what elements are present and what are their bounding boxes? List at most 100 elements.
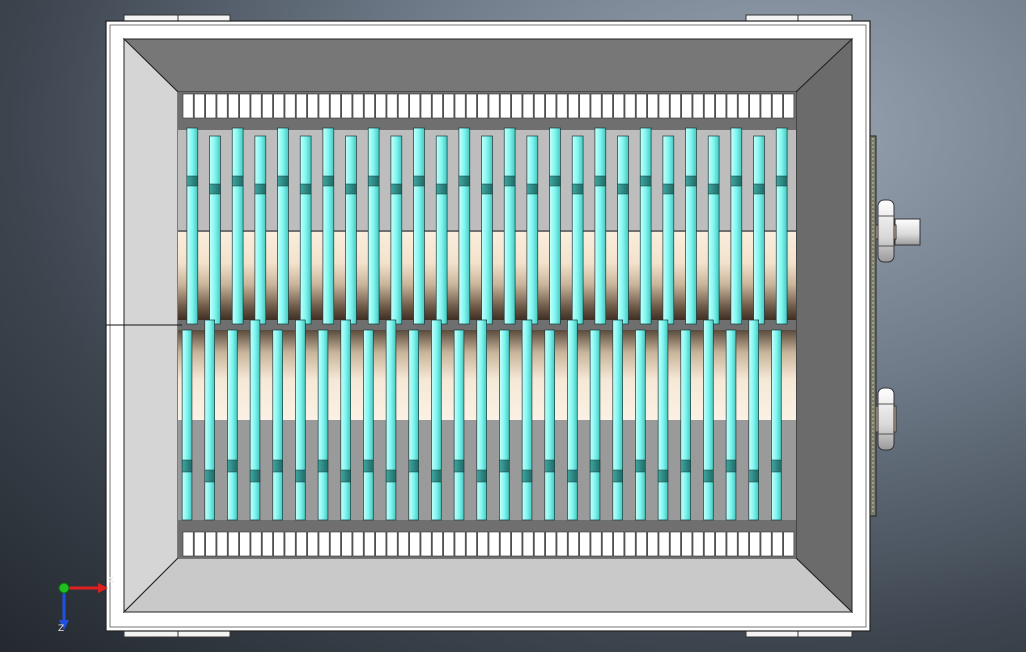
comb-tooth — [477, 531, 489, 557]
cutter-blade-upper — [685, 127, 697, 325]
cutter-blade-upper — [458, 127, 471, 325]
comb-tooth — [420, 531, 432, 557]
comb-tooth — [715, 93, 727, 119]
comb-tooth — [545, 93, 557, 119]
orientation-triad[interactable]: X Z — [50, 574, 120, 636]
blade-hook — [299, 183, 312, 195]
comb-tooth — [488, 93, 500, 119]
blade-hook — [231, 175, 244, 187]
cutter-blade-upper — [254, 135, 267, 325]
blade-hook — [526, 183, 539, 195]
comb-tooth — [262, 93, 273, 119]
comb-tooth — [772, 531, 783, 557]
comb-tooth — [568, 93, 579, 119]
blade-hook — [413, 175, 425, 187]
cutter-blade-lower — [385, 319, 397, 521]
comb-tooth — [250, 93, 262, 119]
comb-tooth — [432, 93, 443, 119]
cutter-blade-upper — [413, 127, 425, 325]
comb-tooth — [681, 93, 693, 119]
comb-tooth — [330, 531, 341, 557]
cutter-blade-upper — [503, 127, 516, 325]
comb-tooth — [511, 531, 523, 557]
blade-hook — [317, 459, 329, 473]
comb-tooth — [273, 93, 285, 119]
blade-hook — [254, 183, 267, 195]
comb-tooth — [726, 93, 738, 119]
z-axis-label: Z — [58, 624, 65, 634]
comb-tooth — [182, 531, 194, 557]
comb-tooth — [341, 93, 353, 119]
comb-tooth — [556, 93, 568, 119]
comb-tooth — [318, 531, 330, 557]
cutter-blade-upper — [662, 135, 675, 325]
comb-tooth — [330, 93, 341, 119]
comb-tooth — [681, 531, 693, 557]
comb-tooth — [194, 531, 205, 557]
cutter-blade-upper — [231, 127, 244, 325]
comb-tooth — [420, 93, 432, 119]
blade-hook — [186, 175, 199, 187]
comb-tooth — [239, 531, 251, 557]
cutter-blade-lower — [363, 329, 374, 521]
comb-tooth — [624, 93, 636, 119]
blade-hook — [204, 469, 215, 483]
blade-hook — [340, 469, 351, 483]
cutter-blade-upper — [299, 135, 312, 325]
comb-tooth — [216, 93, 228, 119]
comb-tooth — [760, 93, 772, 119]
cutter-blade-lower — [476, 319, 487, 521]
comb-tooth — [296, 93, 307, 119]
comb-tooth — [613, 93, 625, 119]
cutter-blade-upper — [639, 127, 652, 325]
cutter-blade-upper — [571, 135, 584, 325]
blade-hook — [567, 469, 578, 483]
comb-tooth — [341, 531, 353, 557]
comb-tooth — [284, 531, 296, 557]
comb-tooth — [307, 531, 319, 557]
cutter-blade-lower — [272, 329, 283, 521]
cutter-blade-lower — [544, 329, 555, 521]
bearing-plate — [869, 135, 877, 517]
comb-tooth — [602, 93, 613, 119]
comb-tooth — [704, 531, 715, 557]
blade-hook — [499, 459, 510, 473]
cutter-blade-upper — [753, 135, 765, 325]
cutter-blade-upper — [390, 135, 403, 325]
comb-tooth — [443, 93, 455, 119]
comb-tooth — [318, 93, 330, 119]
comb-tooth — [273, 531, 285, 557]
comb-tooth — [670, 531, 681, 557]
drive-shaft-end[interactable] — [875, 199, 921, 263]
comb-tooth — [556, 531, 568, 557]
x-axis-label: X — [108, 576, 115, 586]
cutter-blade-lower — [521, 319, 533, 521]
blade-hook — [544, 459, 555, 473]
comb-tooth — [364, 531, 375, 557]
comb-tooth — [511, 93, 523, 119]
shredder-model[interactable] — [0, 0, 1026, 652]
blade-hook — [249, 469, 261, 483]
blade-hook — [617, 183, 629, 195]
blade-hook — [521, 469, 533, 483]
comb-tooth — [670, 93, 681, 119]
comb-tooth — [454, 531, 466, 557]
cutter-blade-upper — [367, 127, 380, 325]
comb-tooth — [239, 93, 251, 119]
comb-tooth — [488, 531, 500, 557]
blade-hook — [367, 175, 380, 187]
comb-tooth — [590, 93, 602, 119]
graphics-viewport[interactable]: X Z — [0, 0, 1026, 652]
comb-tooth — [364, 93, 375, 119]
comb-tooth — [205, 93, 217, 119]
cutter-blade-lower — [725, 329, 737, 521]
cutter-blade-upper — [707, 135, 720, 325]
x-axis-arrowhead — [98, 583, 108, 593]
blade-hook — [385, 469, 397, 483]
comb-tooth — [228, 531, 239, 557]
hopper-right-wall — [795, 37, 853, 614]
blade-hook — [730, 175, 743, 187]
hopper-top-wall — [122, 38, 854, 93]
cutter-blade-lower — [612, 319, 623, 521]
comb-tooth — [579, 93, 591, 119]
